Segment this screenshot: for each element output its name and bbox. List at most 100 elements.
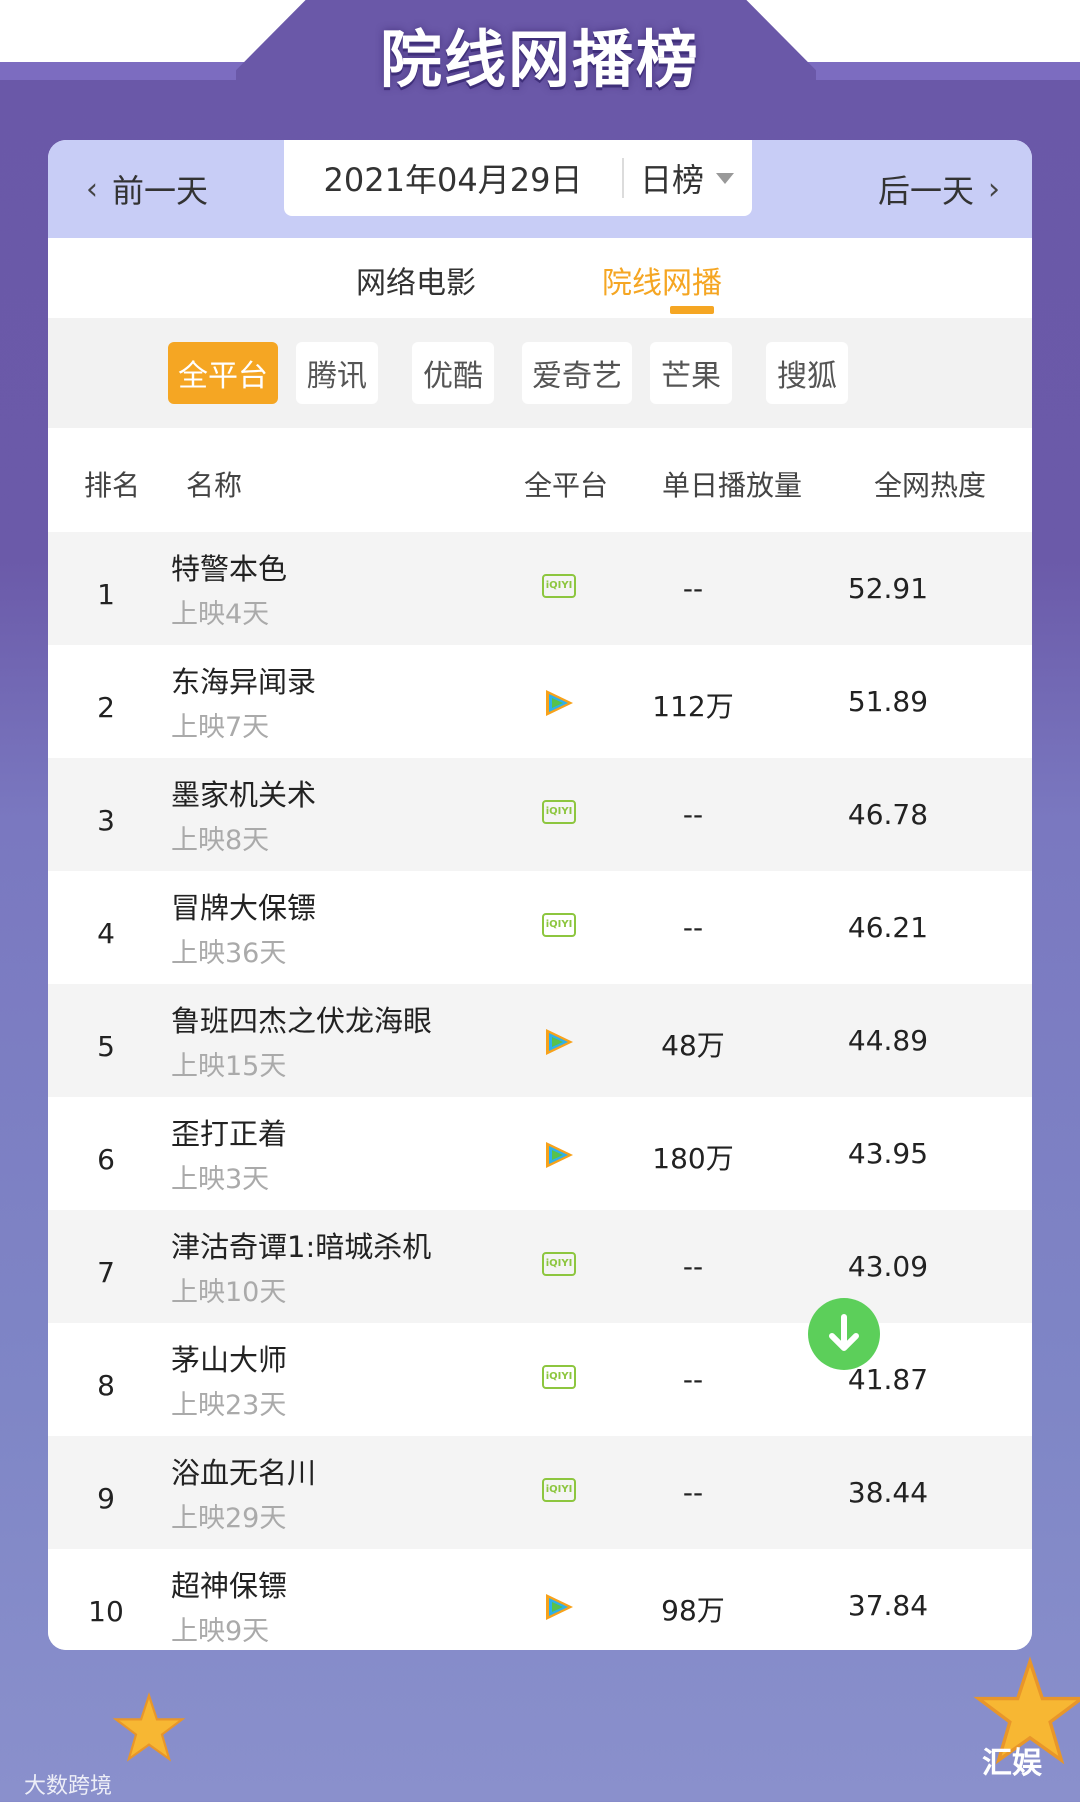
- row-daily-plays: --: [682, 911, 704, 944]
- ranking-card: ‹ 前一天 2021年04月29日 日榜 后一天 › 网络电影 院线网播 全平台…: [48, 140, 1032, 1650]
- header-daily-plays: 单日播放量: [662, 469, 803, 502]
- row-days: 上映9天: [171, 1616, 270, 1647]
- page-title: 院线网播榜: [379, 23, 700, 96]
- iqiyi-icon: iQIYI: [542, 1252, 576, 1282]
- iqiyi-icon: iQIYI: [542, 1365, 576, 1395]
- row-days: 上映15天: [171, 1051, 287, 1082]
- table-row[interactable]: 4 冒牌大保镖上映36天 iQIYI -- 46.21: [48, 871, 1032, 984]
- row-days: 上映4天: [171, 599, 270, 630]
- rank-type-label: 日榜: [640, 161, 705, 199]
- category-tabs: 网络电影 院线网播: [48, 238, 1032, 318]
- platform-mango-button[interactable]: 芒果: [650, 342, 732, 404]
- table-row[interactable]: 2 东海异闻录上映7天 112万 51.89: [48, 645, 1032, 758]
- watermark-left: 大数跨境: [24, 1768, 112, 1800]
- row-daily-plays: 112万: [652, 690, 734, 723]
- row-title: 歪打正着: [171, 1117, 288, 1151]
- date-divider: [622, 158, 624, 198]
- row-daily-plays: --: [682, 798, 704, 831]
- row-days: 上映8天: [171, 825, 270, 856]
- row-rank: 2: [97, 691, 115, 724]
- header-heat: 全网热度: [874, 469, 987, 502]
- iqiyi-logo: iQIYI: [542, 1478, 576, 1502]
- tab-theater-online[interactable]: 院线网播: [602, 258, 722, 302]
- rank-type-dropdown[interactable]: 日榜: [640, 155, 735, 201]
- row-title: 冒牌大保镖: [171, 891, 317, 925]
- row-daily-plays: 48万: [661, 1029, 725, 1062]
- row-title: 东海异闻录: [171, 665, 317, 699]
- platform-all-button[interactable]: 全平台: [168, 342, 278, 404]
- table-row[interactable]: 8 茅山大师 上映23天 iQIYI -- 41.87: [48, 1323, 1032, 1436]
- platform-sohu-button[interactable]: 搜狐: [766, 342, 848, 404]
- row-rank: 8: [97, 1369, 115, 1402]
- row-heat: 38.44: [847, 1476, 929, 1509]
- row-daily-plays: 98万: [661, 1594, 725, 1627]
- row-rank: 4: [97, 917, 115, 950]
- tencent-video-icon: [542, 1139, 576, 1169]
- iqiyi-icon: iQIYI: [542, 800, 576, 830]
- platform-youku-button[interactable]: 优酷: [412, 342, 494, 404]
- title-banner-inner: 院线网播榜: [290, 0, 790, 108]
- header-rank: 排名: [84, 469, 141, 502]
- row-title: 浴血无名川: [171, 1456, 317, 1490]
- row-rank: 9: [97, 1482, 115, 1515]
- tab-online-movie[interactable]: 网络电影: [356, 258, 476, 302]
- row-days: 上映29天: [171, 1503, 287, 1534]
- active-tab-underline: [670, 306, 714, 314]
- prev-day-button[interactable]: ‹ 前一天: [72, 140, 208, 238]
- row-title: 特警本色: [171, 552, 288, 586]
- download-button[interactable]: [808, 1298, 880, 1370]
- row-daily-plays: 180万: [652, 1142, 734, 1175]
- row-title: 超神保镖: [171, 1569, 288, 1603]
- iqiyi-icon: iQIYI: [542, 1478, 576, 1508]
- chevron-right-icon: ›: [988, 171, 1000, 207]
- row-heat: 43.09: [847, 1250, 929, 1283]
- iqiyi-logo: iQIYI: [542, 913, 576, 937]
- star-decoration-left: [112, 1692, 186, 1762]
- iqiyi-logo: iQIYI: [542, 1365, 576, 1389]
- row-daily-plays: --: [682, 1476, 704, 1509]
- watermark-left-label: 大数跨境: [24, 1774, 113, 1799]
- iqiyi-logo: iQIYI: [542, 1252, 576, 1276]
- table-row[interactable]: 6 歪打正着 上映3天 180万 43.95: [48, 1097, 1032, 1210]
- tencent-video-icon: [542, 1591, 576, 1621]
- iqiyi-logo: iQIYI: [542, 800, 576, 824]
- table-header: 排名 名称 全平台 单日播放量 全网热度: [48, 428, 1032, 532]
- row-rank: 1: [97, 578, 115, 611]
- row-rank: 7: [97, 1256, 115, 1289]
- row-rank: 3: [97, 804, 115, 837]
- table-row[interactable]: 10 超神保镖上映9天 98万 37.84: [48, 1549, 1032, 1650]
- date-selector[interactable]: 2021年04月29日 日榜: [284, 140, 752, 216]
- iqiyi-icon: iQIYI: [542, 913, 576, 943]
- table-row[interactable]: 5 鲁班四杰之伏龙海眼 上映15天 48万 44.89: [48, 984, 1032, 1097]
- iqiyi-logo: iQIYI: [542, 574, 576, 598]
- platform-filter: 全平台 腾讯 优酷 爱奇艺 芒果 搜狐: [48, 318, 1032, 428]
- row-heat: 51.89: [847, 685, 929, 718]
- row-days: 上映36天: [171, 938, 287, 969]
- row-days: 上映10天: [171, 1277, 287, 1308]
- next-day-label: 后一天: [877, 172, 974, 210]
- row-heat: 37.84: [847, 1589, 929, 1622]
- row-rank: 5: [97, 1030, 115, 1063]
- row-title: 津沽奇谭1:暗城杀机: [171, 1230, 432, 1264]
- table-row[interactable]: 1 特警本色 上映4天 iQIYI -- 52.91: [48, 532, 1032, 645]
- tencent-video-icon: [542, 687, 576, 717]
- tencent-video-icon: [542, 1026, 576, 1056]
- table-row[interactable]: 3 墨家机关术 上映8天 iQIYI -- 46.78: [48, 758, 1032, 871]
- next-day-button[interactable]: 后一天 ›: [878, 140, 1014, 238]
- table-row[interactable]: 9 浴血无名川上映29天 iQIYI -- 38.44: [48, 1436, 1032, 1549]
- date-value: 2021年04月29日: [323, 161, 583, 199]
- platform-iqiyi-button[interactable]: 爱奇艺: [522, 342, 632, 404]
- iqiyi-icon: iQIYI: [542, 574, 576, 604]
- row-title: 鲁班四杰之伏龙海眼: [171, 1004, 433, 1038]
- row-days: 上映3天: [171, 1164, 270, 1195]
- header-platform: 全平台: [524, 469, 609, 502]
- row-heat: 46.21: [847, 911, 929, 944]
- row-days: 上映7天: [171, 712, 270, 743]
- row-rank: 10: [88, 1595, 124, 1628]
- table-row[interactable]: 7 津沽奇谭1:暗城杀机 上映10天 iQIYI -- 43.09: [48, 1210, 1032, 1323]
- platform-tencent-button[interactable]: 腾讯: [296, 342, 378, 404]
- prev-day-label: 前一天: [112, 172, 209, 210]
- row-daily-plays: --: [682, 1250, 704, 1283]
- header-name: 名称: [186, 469, 243, 502]
- row-rank: 6: [97, 1143, 115, 1176]
